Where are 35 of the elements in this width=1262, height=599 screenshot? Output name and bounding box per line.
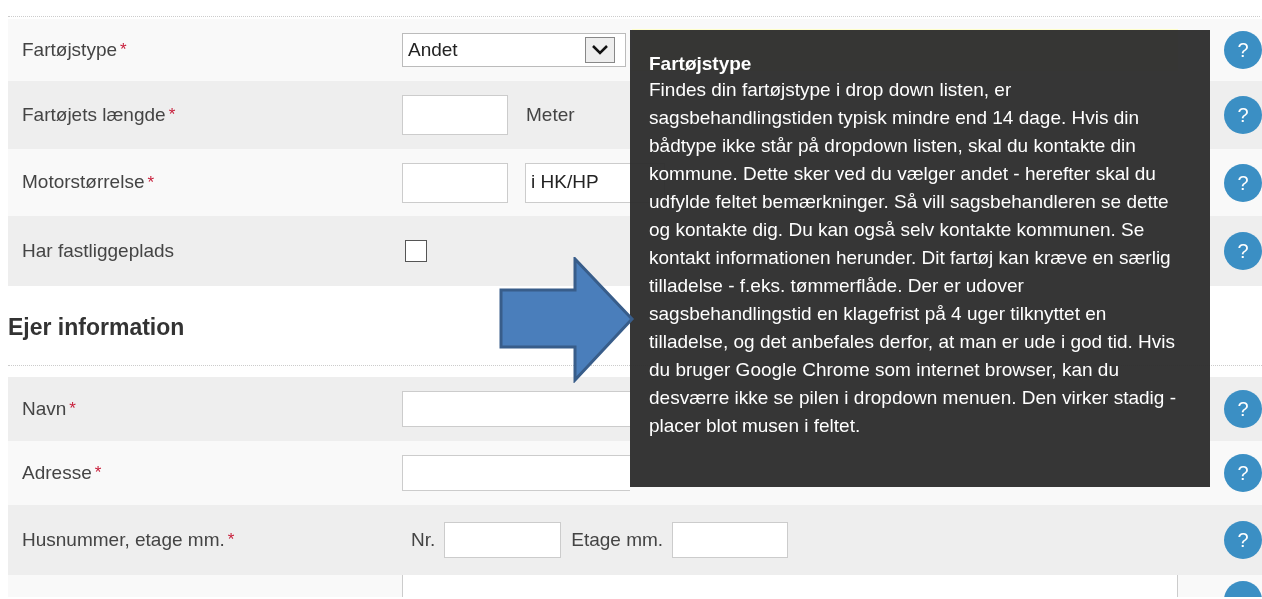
required-mark: * xyxy=(168,104,176,127)
help-button[interactable]: ? xyxy=(1224,31,1262,69)
required-mark: * xyxy=(69,398,76,421)
required-mark: * xyxy=(120,39,127,62)
field-label: Navn xyxy=(22,396,67,421)
tooltip-title: Fartøjstype xyxy=(649,52,753,76)
input-field[interactable] xyxy=(672,522,789,558)
required-mark: * xyxy=(94,462,102,485)
input-field[interactable] xyxy=(402,391,630,427)
required-mark: * xyxy=(227,529,235,552)
select-field[interactable]: Andet xyxy=(402,33,626,67)
required-mark: * xyxy=(147,171,155,194)
field-label: Nr. xyxy=(411,527,436,552)
unit-label: Meter xyxy=(526,102,575,127)
field-label: Fartøjstype xyxy=(22,37,118,62)
input-field[interactable] xyxy=(444,522,562,558)
checkbox[interactable] xyxy=(405,240,427,262)
help-button[interactable]: ? xyxy=(1224,232,1262,270)
field-label: Har fastliggeplads xyxy=(22,238,175,263)
field-label: Motorstørrelse xyxy=(22,170,145,195)
select-value: Andet xyxy=(408,37,458,62)
section-heading: Ejer information xyxy=(8,313,185,343)
input-field[interactable] xyxy=(402,95,508,135)
help-button[interactable]: ? xyxy=(1224,521,1262,559)
field-label: Etage mm. xyxy=(571,527,664,552)
field-label: Fartøjets længde xyxy=(22,102,166,127)
field-label: Husnummer, etage mm. xyxy=(22,527,225,552)
help-button[interactable]: ? xyxy=(1224,96,1262,134)
input-field[interactable] xyxy=(402,162,508,203)
help-button[interactable]: ? xyxy=(1224,390,1262,428)
help-button[interactable]: ? xyxy=(1224,454,1262,492)
help-button[interactable]: ? xyxy=(1224,163,1262,202)
chevron-icon xyxy=(585,37,615,63)
field-label: Adresse xyxy=(22,460,92,485)
input-field[interactable] xyxy=(402,455,630,491)
